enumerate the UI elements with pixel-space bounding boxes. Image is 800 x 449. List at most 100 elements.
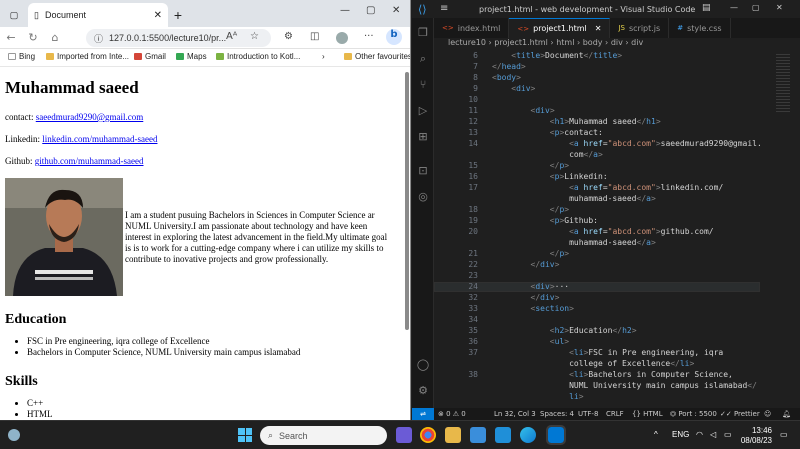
new-tab-button[interactable]: +	[170, 3, 186, 27]
profile-avatar[interactable]	[336, 32, 348, 44]
chevron-right-icon[interactable]: ›	[322, 52, 325, 61]
tab-project1-html[interactable]: <> project1.html ✕	[509, 18, 611, 38]
weather-icon[interactable]	[8, 429, 20, 441]
code-line[interactable]: <div>···	[492, 282, 570, 291]
code-line[interactable]: muhammad-saeed</a>	[492, 194, 656, 203]
code-line[interactable]: college of Excellence</li>	[492, 359, 694, 368]
line-endings[interactable]: CRLF	[606, 410, 624, 418]
back-icon[interactable]: ←	[0, 31, 22, 44]
prettier-status[interactable]: ✓✓ Prettier	[720, 410, 760, 418]
more-menu-icon[interactable]: ···	[364, 31, 374, 42]
breadcrumb-item[interactable]: div	[631, 38, 643, 47]
breadcrumb-item[interactable]: body	[583, 38, 603, 47]
refresh-icon[interactable]: ↻	[22, 31, 44, 44]
code-line[interactable]: <li>Bachelors in Computer Science,	[492, 370, 733, 379]
close-tab-icon[interactable]: ✕	[595, 24, 602, 33]
tab-style-css[interactable]: # style.css	[669, 18, 731, 38]
code-line[interactable]: com</a>	[492, 150, 603, 159]
taskbar-clock[interactable]: 13:46 08/08/23	[740, 426, 772, 446]
breadcrumb-item[interactable]: div	[611, 38, 623, 47]
remote-indicator-icon[interactable]: ⇌	[412, 408, 434, 420]
code-line[interactable]: <li>FSC in Pre engineering, iqra	[492, 348, 723, 357]
source-control-icon[interactable]: ⑂	[416, 78, 430, 92]
code-line[interactable]: <p>contact:	[492, 128, 603, 137]
code-line[interactable]: </p>	[492, 205, 569, 214]
code-line[interactable]: </p>	[492, 161, 569, 170]
file-explorer-icon[interactable]	[445, 427, 461, 443]
code-line[interactable]: <a href="abcd.com">linkedin.com/	[492, 183, 723, 192]
minimap[interactable]	[774, 50, 794, 406]
notifications-bell-icon[interactable]: 🔔︎	[782, 410, 791, 418]
menu-icon[interactable]: ≡	[440, 3, 448, 14]
info-icon[interactable]: ⓘ	[94, 32, 103, 45]
bookmark-maps[interactable]: Maps	[176, 52, 207, 61]
linkedin-link[interactable]: linkedin.com/muhammad-saeed	[42, 134, 157, 144]
chevron-up-icon[interactable]: ^	[654, 430, 658, 439]
tab-actions-button[interactable]: ▢	[4, 3, 24, 27]
code-line[interactable]: <p>Github:	[492, 216, 598, 225]
remote-explorer-icon[interactable]: ⊡	[416, 164, 430, 178]
language-mode[interactable]: {} HTML	[632, 410, 663, 418]
code-line[interactable]: <h2>Education</h2>	[492, 326, 637, 335]
extensions-icon[interactable]: ⚙	[284, 31, 293, 42]
code-line[interactable]: <title>Document</title>	[492, 51, 622, 60]
settings-gear-icon[interactable]: ⚙	[416, 384, 430, 398]
extensions-icon[interactable]: ⊞	[416, 130, 430, 144]
minimize-button[interactable]: —	[730, 3, 738, 12]
chrome-icon[interactable]	[420, 427, 436, 443]
code-line[interactable]: </div>	[492, 260, 560, 269]
notifications-icon[interactable]: ▭	[780, 430, 788, 439]
problems-indicator[interactable]: ⊗ 0 ⚠ 0	[438, 410, 466, 418]
live-server-port[interactable]: ⏣ Port : 5500	[670, 410, 717, 418]
edge-icon[interactable]	[520, 427, 536, 443]
bookmark-kotlin[interactable]: Introduction to Kotl...	[216, 52, 300, 61]
github-link[interactable]: github.com/muhammad-saeed	[35, 156, 144, 166]
close-window-button[interactable]: ✕	[392, 5, 400, 16]
bookmark-imported[interactable]: Imported from Inte...	[46, 52, 129, 61]
start-windows-icon[interactable]	[238, 428, 252, 442]
code-editor[interactable]: 6 <title>Document</title> 7 </head> 8 <body>…	[434, 50, 774, 406]
breadcrumb-item[interactable]: project1.html	[494, 38, 548, 47]
bookmark-other-favourites[interactable]: Other favourites	[344, 52, 410, 61]
run-debug-icon[interactable]: ▷	[416, 104, 430, 118]
code-line[interactable]: li>	[492, 392, 583, 401]
code-line[interactable]: <p>Linkedin:	[492, 172, 608, 181]
encoding[interactable]: UTF-8	[578, 410, 598, 418]
taskbar-search-box[interactable]: ⌕ Search	[260, 426, 387, 445]
code-line[interactable]: <ul>	[492, 337, 569, 346]
tab-script-js[interactable]: JS script.js	[610, 18, 670, 38]
account-icon[interactable]: ◯	[416, 358, 430, 372]
layout-icon[interactable]: ▤	[702, 3, 711, 13]
read-aloud-icon[interactable]: Aᴬ	[226, 31, 237, 42]
close-tab-icon[interactable]: ✕	[154, 10, 162, 21]
code-line[interactable]: <a href="abcd.com">github.com/	[492, 227, 714, 236]
code-line[interactable]: NUML University main campus islamabad</	[492, 381, 757, 390]
browser-preview-icon[interactable]: ◎	[416, 190, 430, 204]
code-line[interactable]: <section>	[492, 304, 574, 313]
page-scrollbar[interactable]	[405, 72, 409, 330]
code-line[interactable]: <div>	[492, 106, 555, 115]
code-line[interactable]: <body>	[492, 73, 521, 82]
breadcrumb-item[interactable]: html	[556, 38, 574, 47]
minimize-button[interactable]: —	[340, 5, 350, 16]
battery-icon[interactable]: ▭	[724, 430, 732, 439]
favorite-star-icon[interactable]: ☆	[250, 31, 259, 42]
language-indicator[interactable]: ENG	[672, 430, 689, 439]
breadcrumb-item[interactable]: lecture10	[448, 38, 486, 47]
split-screen-icon[interactable]: ◫	[310, 31, 319, 42]
home-icon[interactable]: ⌂	[44, 31, 66, 44]
code-line[interactable]: <a href="abcd.com">saeedmurad9290@gmail.	[492, 139, 762, 148]
code-line[interactable]: </head>	[492, 62, 526, 71]
vscode-taskbar-icon[interactable]	[546, 425, 566, 445]
feedback-icon[interactable]: ☺	[764, 410, 771, 418]
meet-icon[interactable]	[396, 427, 412, 443]
close-window-button[interactable]: ✕	[776, 3, 783, 12]
bookmark-gmail[interactable]: Gmail	[134, 52, 166, 61]
volume-icon[interactable]: ◁	[710, 430, 716, 439]
email-link[interactable]: saeedmurad9290@gmail.com	[36, 112, 144, 122]
photos-icon[interactable]	[495, 427, 511, 443]
cursor-position[interactable]: Ln 32, Col 3	[494, 410, 536, 418]
code-line[interactable]: <div>	[492, 84, 535, 93]
code-line[interactable]: </p>	[492, 249, 569, 258]
address-bar[interactable]: ⓘ 127.0.0.1:5500/lecture10/pr...	[86, 29, 271, 47]
